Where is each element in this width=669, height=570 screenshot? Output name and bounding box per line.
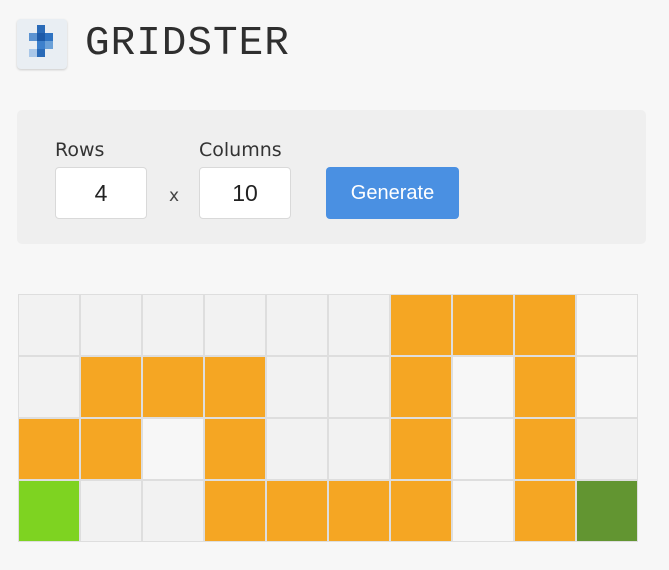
app-header: GRIDSTER [17,17,290,71]
grid-cell-r1-c4[interactable] [205,295,265,355]
grid-cell-r4-c4[interactable] [205,481,265,541]
grid-cell-r2-c4[interactable] [205,357,265,417]
grid-cell-r2-c10[interactable] [577,357,637,417]
grid-cell-r2-c9[interactable] [515,357,575,417]
generate-button[interactable]: Generate [326,167,459,219]
grid-cell-r2-c8[interactable] [453,357,513,417]
grid-cell-r2-c1[interactable] [19,357,79,417]
grid-cell-r3-c7[interactable] [391,419,451,479]
grid-cell-r2-c5[interactable] [267,357,327,417]
columns-input[interactable] [199,167,291,219]
grid-settings-panel: Rows x Columns Generate [17,110,646,244]
grid-cell-r4-c9[interactable] [515,481,575,541]
grid-cell-r4-c2[interactable] [81,481,141,541]
grid-cell-r1-c10[interactable] [577,295,637,355]
grid-cell-r3-c10[interactable] [577,419,637,479]
times-symbol: x [169,186,180,206]
grid-cell-r3-c6[interactable] [329,419,389,479]
grid-cell-r2-c7[interactable] [391,357,451,417]
grid-cell-r1-c7[interactable] [391,295,451,355]
grid-cell-r1-c8[interactable] [453,295,513,355]
app-title: GRIDSTER [85,21,290,67]
grid-cell-r1-c5[interactable] [267,295,327,355]
grid-cell-r1-c6[interactable] [329,295,389,355]
grid-cell-r2-c3[interactable] [143,357,203,417]
grid-cell-r3-c5[interactable] [267,419,327,479]
grid-cell-r4-c5[interactable] [267,481,327,541]
grid-cell-r2-c2[interactable] [81,357,141,417]
grid-cell-r3-c9[interactable] [515,419,575,479]
grid-cell-r3-c2[interactable] [81,419,141,479]
grid-cell-r1-c1[interactable] [19,295,79,355]
grid-cell-r4-c8[interactable] [453,481,513,541]
grid-cell-r4-c10[interactable] [577,481,637,541]
grid-cell-r1-c3[interactable] [143,295,203,355]
grid-cell-r3-c4[interactable] [205,419,265,479]
grid-cell-r2-c6[interactable] [329,357,389,417]
grid-cell-r4-c3[interactable] [143,481,203,541]
grid-cell-r1-c2[interactable] [81,295,141,355]
puzzle-grid [18,294,638,542]
grid-cell-r1-c9[interactable] [515,295,575,355]
rows-input[interactable] [55,167,147,219]
rows-label: Rows [55,139,105,161]
grid-cell-r3-c3[interactable] [143,419,203,479]
columns-label: Columns [199,139,282,161]
grid-cell-r4-c6[interactable] [329,481,389,541]
grid-cell-r4-c7[interactable] [391,481,451,541]
grid-cell-r3-c1[interactable] [19,419,79,479]
grid-cell-r4-c1[interactable] [19,481,79,541]
gridster-logo-icon [17,19,67,69]
grid-cell-r3-c8[interactable] [453,419,513,479]
